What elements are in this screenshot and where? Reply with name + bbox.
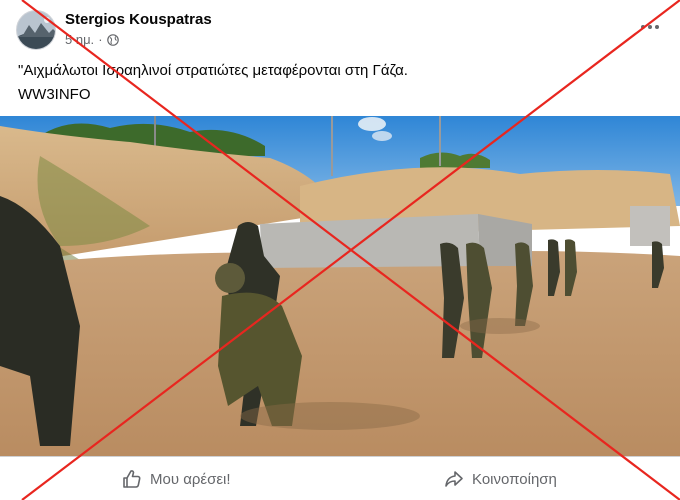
post-photo[interactable] <box>0 116 680 456</box>
author-name[interactable]: Stergios Kouspatras <box>65 11 212 28</box>
photo-scene <box>0 116 680 456</box>
like-button[interactable]: Μου αρέσει! <box>122 463 231 495</box>
like-label: Μου αρέσει! <box>150 470 231 488</box>
post-action-bar: Μου αρέσει! Κοινοποίηση <box>0 456 680 500</box>
post-time[interactable]: 5 ημ. <box>65 32 94 47</box>
share-button[interactable]: Κοινοποίηση <box>444 463 557 495</box>
post-tag: WW3INFO <box>18 86 91 103</box>
post-text: "Αιχμάλωτοι Ισραηλινοί στρατιώτες μεταφέ… <box>18 62 408 79</box>
post-header: Stergios Kouspatras 5 ημ. · <box>0 0 680 56</box>
thumbs-up-icon <box>123 470 141 488</box>
avatar-image <box>17 11 55 49</box>
share-arrow-icon <box>445 471 463 487</box>
globe-icon <box>106 33 119 46</box>
post-meta: 5 ημ. · <box>65 32 119 47</box>
more-options-button[interactable] <box>638 17 662 37</box>
avatar[interactable] <box>16 10 56 50</box>
share-label: Κοινοποίηση <box>472 470 557 488</box>
meta-separator: · <box>98 32 103 47</box>
more-options-icon <box>641 25 659 29</box>
